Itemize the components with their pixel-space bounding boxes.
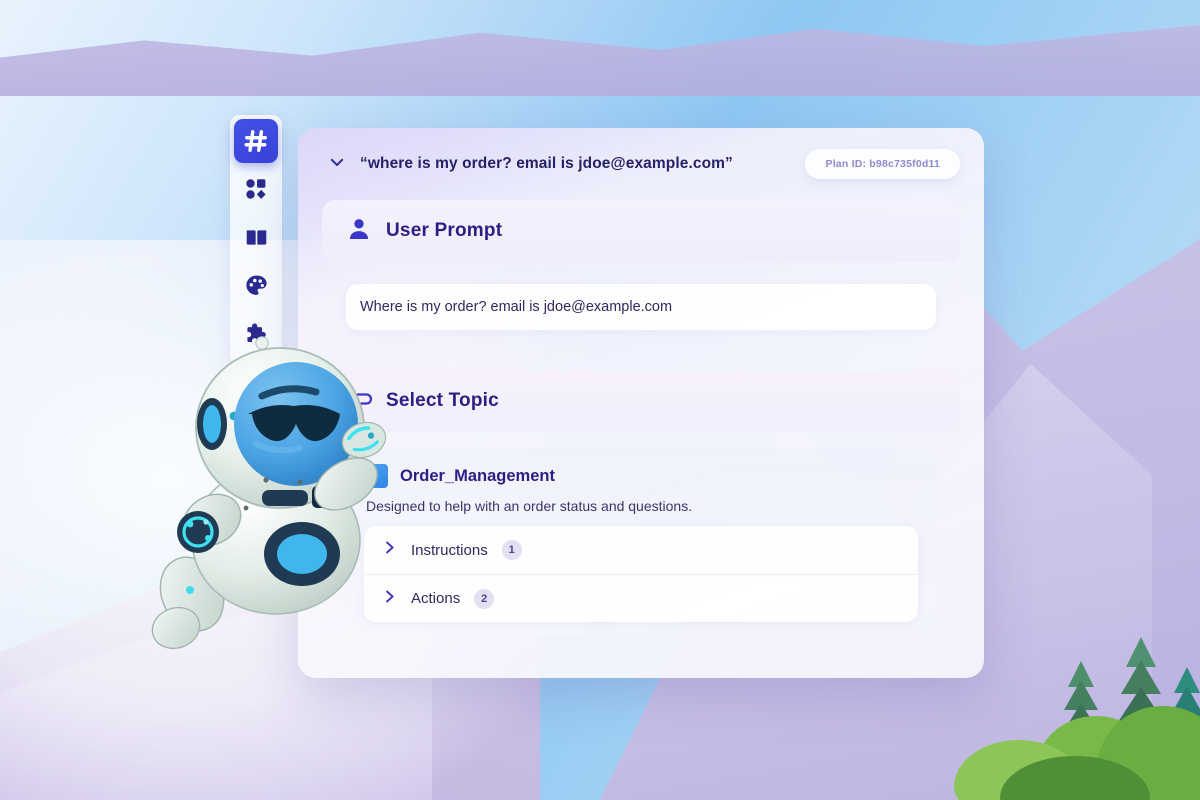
accordion-actions[interactable]: Actions 2 (364, 574, 918, 622)
user-icon (346, 216, 372, 247)
limb-light (186, 586, 194, 594)
topic-row[interactable]: Order_Management (364, 464, 918, 488)
robot-collar (262, 490, 308, 506)
user-prompt-input[interactable]: Where is my order? email is jdoe@example… (346, 284, 936, 330)
book-icon (244, 225, 269, 250)
user-prompt-header: User Prompt (322, 200, 960, 262)
hash-icon (243, 128, 269, 154)
robot-mascot (150, 332, 430, 662)
accordion-count-badge: 2 (474, 588, 495, 609)
topic-accordion-list: Instructions 1 Actions 2 (364, 526, 918, 622)
sidebar-item-components[interactable] (234, 167, 278, 211)
accordion-instructions[interactable]: Instructions 1 (364, 526, 918, 574)
topic-card[interactable]: Order_Management Designed to help with a… (346, 448, 936, 636)
sidebar-item-knowledge[interactable] (234, 215, 278, 259)
topic-block: Order_Management Designed to help with a… (346, 448, 936, 636)
chest-core (277, 534, 327, 574)
topic-description: Designed to help with an order status an… (366, 498, 693, 514)
sidebar-item-flows[interactable] (234, 119, 278, 163)
user-prompt-title: User Prompt (386, 220, 503, 241)
icon-sidebar[interactable] (230, 115, 282, 365)
user-prompt-section: User Prompt Where is my order? email is … (322, 200, 960, 330)
chevron-down-icon[interactable] (328, 153, 346, 176)
page-title: “where is my order? email is jdoe@exampl… (360, 155, 733, 172)
panel-header: “where is my order? email is jdoe@exampl… (298, 128, 984, 200)
plan-id-badge: Plan ID: b98c735f0d11 (805, 149, 960, 179)
shapes-icon (244, 177, 268, 201)
accordion-count-badge: 1 (501, 540, 522, 560)
sidebar-item-theme[interactable] (234, 263, 278, 307)
palette-icon (244, 273, 269, 298)
antenna-tip (255, 336, 269, 350)
